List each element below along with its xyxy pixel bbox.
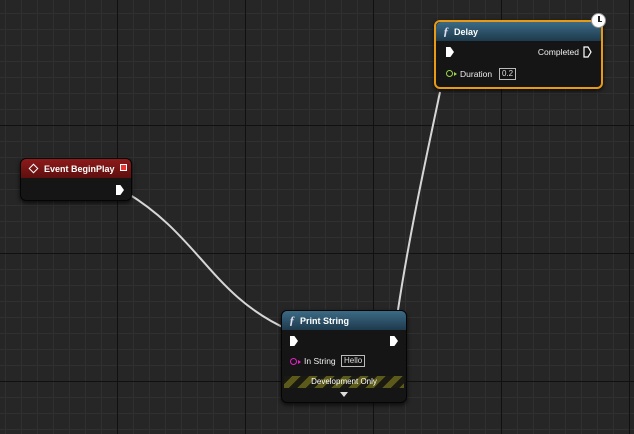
float-input-pin[interactable] [446, 70, 453, 77]
delegate-pin-icon[interactable] [120, 164, 127, 171]
print-string-node[interactable]: ƒ Print String In String Hello Developme… [281, 310, 407, 403]
development-only-label: Development Only [311, 377, 377, 386]
clock-icon [591, 13, 606, 28]
delay-title: Delay [454, 26, 479, 37]
exec-wire-print-to-delay[interactable] [397, 91, 441, 311]
delay-node[interactable]: ƒ Delay Completed Duration 0.2 [434, 13, 606, 89]
pin-arrow-icon [298, 360, 301, 364]
in-string-input[interactable]: Hello [341, 355, 366, 367]
exec-output-pin[interactable] [390, 336, 398, 346]
expand-arrow-icon[interactable] [340, 392, 348, 397]
exec-wire-begin-to-print[interactable] [121, 189, 290, 331]
exec-output-pin-hollow[interactable] [583, 46, 592, 58]
duration-input[interactable]: 0.2 [499, 68, 517, 80]
development-only-banner: Development Only [284, 376, 404, 388]
duration-label: Duration [460, 69, 493, 79]
function-icon: ƒ [443, 24, 449, 38]
print-string-header[interactable]: ƒ Print String [282, 311, 406, 330]
print-string-title: Print String [300, 315, 349, 326]
in-string-label: In String [304, 356, 336, 366]
event-begin-play-title: Event BeginPlay [44, 163, 115, 174]
string-input-pin[interactable] [290, 358, 297, 365]
function-icon: ƒ [289, 313, 295, 327]
event-begin-play-node[interactable]: Event BeginPlay [20, 158, 132, 201]
pin-arrow-icon [454, 72, 457, 76]
exec-input-pin[interactable] [446, 47, 454, 57]
event-begin-play-header[interactable]: Event BeginPlay [21, 159, 131, 178]
completed-label: Completed [537, 47, 579, 57]
delay-header[interactable]: ƒ Delay [436, 22, 601, 41]
exec-input-pin[interactable] [290, 336, 298, 346]
exec-output-pin[interactable] [116, 185, 124, 195]
event-diamond-icon [28, 163, 39, 174]
